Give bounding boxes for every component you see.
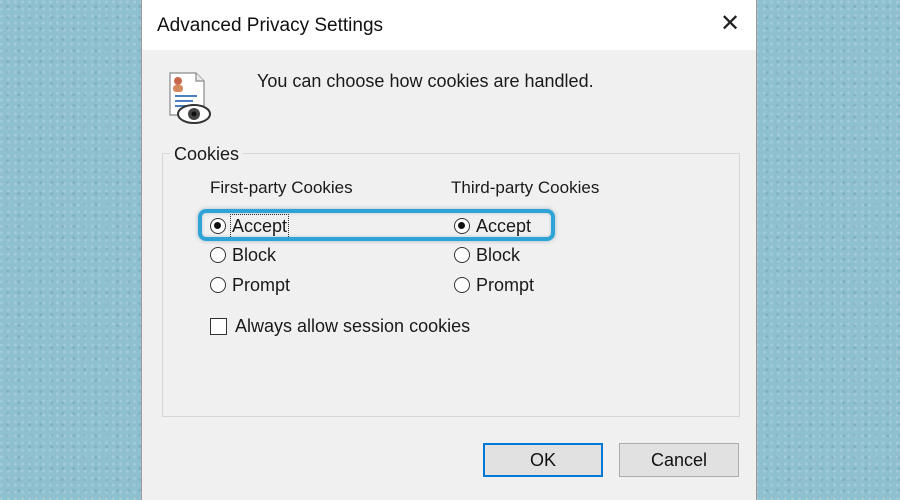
radio-button-icon <box>454 277 470 293</box>
third-party-block-radio[interactable]: Block <box>454 244 520 266</box>
third-party-prompt-radio[interactable]: Prompt <box>454 274 534 296</box>
title-bar: Advanced Privacy Settings ✕ <box>142 0 756 50</box>
radio-button-icon <box>210 247 226 263</box>
radio-label: Block <box>232 244 277 265</box>
checkbox-label: Always allow session cookies <box>235 316 471 336</box>
ok-button[interactable]: OK <box>483 443 603 477</box>
first-party-accept-radio[interactable]: Accept <box>210 213 290 239</box>
privacy-dialog: Advanced Privacy Settings ✕ You can choo… <box>141 0 757 500</box>
radio-label: Accept <box>476 215 532 236</box>
radio-button-icon <box>454 247 470 263</box>
first-party-heading: First-party Cookies <box>210 178 353 197</box>
session-cookies-checkbox[interactable]: Always allow session cookies <box>210 316 470 337</box>
radio-label: Accept <box>229 213 290 239</box>
radio-button-icon <box>454 218 470 234</box>
radio-button-icon <box>210 218 226 234</box>
dialog-title: Advanced Privacy Settings <box>157 15 384 36</box>
first-party-prompt-radio[interactable]: Prompt <box>210 274 290 296</box>
radio-label: Prompt <box>232 274 291 295</box>
radio-label: Prompt <box>476 274 535 295</box>
radio-label: Block <box>476 244 521 265</box>
intro-text: You can choose how cookies are handled. <box>257 71 594 91</box>
close-icon[interactable]: ✕ <box>716 10 744 38</box>
cookies-group-label: Cookies <box>170 144 244 165</box>
third-party-heading: Third-party Cookies <box>451 178 600 197</box>
cancel-button[interactable]: Cancel <box>619 443 739 477</box>
first-party-block-radio[interactable]: Block <box>210 244 276 266</box>
radio-button-icon <box>210 277 226 293</box>
privacy-document-eye-icon <box>169 72 211 124</box>
third-party-accept-radio[interactable]: Accept <box>454 215 531 237</box>
checkbox-icon <box>210 318 227 335</box>
